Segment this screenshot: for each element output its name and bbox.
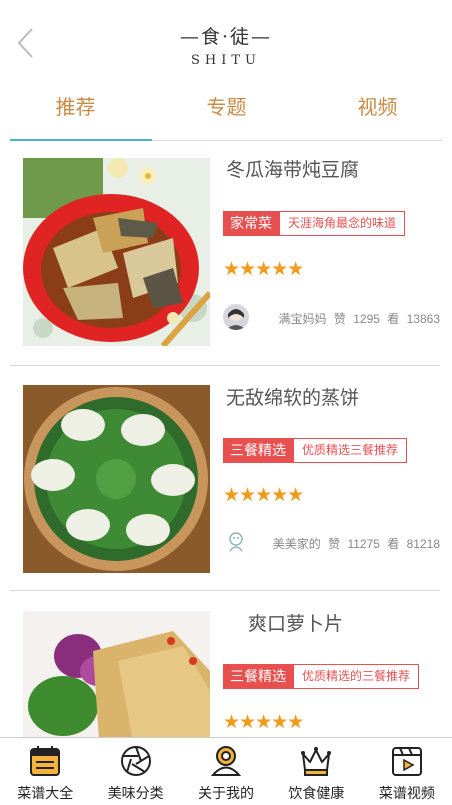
- logo-english: SHITU: [190, 53, 261, 68]
- video-icon: [391, 747, 422, 776]
- views-count: 13863: [406, 312, 440, 326]
- likes-count: 1295: [353, 312, 380, 326]
- star-rating: ★★★★★: [223, 485, 304, 506]
- recipe-tags: 三餐精选 优质精选的三餐推荐: [223, 664, 420, 689]
- calendar-icon: [30, 746, 61, 776]
- recipe-image[interactable]: [23, 158, 210, 346]
- recipe-card[interactable]: 爽口萝卜片 三餐精选 优质精选的三餐推荐 ★★★★★: [10, 591, 440, 737]
- recipe-list: 冬瓜海带炖豆腐 家常菜 天涯海角最念的味道 ★★★★★ 满宝妈妈 赞 1295 …: [0, 141, 452, 737]
- logo-chinese: —食·徒—: [179, 26, 273, 48]
- author-name[interactable]: 美美家的: [273, 537, 321, 551]
- tab-videos[interactable]: 视频: [302, 92, 452, 140]
- views-label: 看: [387, 312, 400, 326]
- category-tag[interactable]: 三餐精选: [223, 664, 293, 689]
- views-count: 81218: [406, 537, 440, 551]
- avatar[interactable]: [223, 529, 249, 555]
- recipe-card[interactable]: 无敌绵软的蒸饼 三餐精选 优质精选三餐推荐 ★★★★★ 美美家的 赞 11275…: [10, 366, 440, 591]
- recipe-stats: 满宝妈妈 赞 1295 看 13863: [279, 310, 441, 327]
- star-rating: ★★★★★: [223, 259, 304, 280]
- tab-topics[interactable]: 专题: [151, 92, 302, 140]
- nav-label: 菜谱大全: [17, 785, 74, 801]
- crown-icon: [301, 747, 332, 776]
- nav-recipe-videos[interactable]: 菜谱视频: [362, 738, 452, 805]
- recipe-card[interactable]: 冬瓜海带炖豆腐 家常菜 天涯海角最念的味道 ★★★★★ 满宝妈妈 赞 1295 …: [10, 141, 440, 366]
- aperture-icon: [120, 746, 151, 776]
- avatar[interactable]: [223, 304, 249, 330]
- tab-bar: 推荐 专题 视频: [0, 92, 452, 140]
- recipe-image[interactable]: [23, 385, 210, 573]
- app-logo: —食·徒— SHITU: [0, 22, 452, 68]
- nav-label: 饮食健康: [288, 785, 345, 801]
- star-rating: ★★★★★: [223, 712, 304, 733]
- recipe-meta: 美美家的 赞 11275 看 81218: [223, 529, 440, 557]
- category-tag[interactable]: 三餐精选: [223, 438, 293, 463]
- nav-recipes[interactable]: 菜谱大全: [0, 738, 90, 805]
- nav-label: 美味分类: [107, 785, 164, 801]
- category-tag[interactable]: 家常菜: [223, 211, 279, 236]
- subcategory-tag: 天涯海角最念的味道: [279, 211, 406, 236]
- views-label: 看: [387, 537, 400, 551]
- likes-label: 赞: [333, 312, 346, 326]
- subcategory-tag: 优质精选三餐推荐: [293, 438, 408, 463]
- nav-label: 关于我的: [198, 785, 255, 801]
- recipe-tags: 三餐精选 优质精选三餐推荐: [223, 438, 408, 463]
- nav-about-me[interactable]: 关于我的: [181, 738, 271, 805]
- author-name[interactable]: 满宝妈妈: [279, 312, 327, 326]
- subcategory-tag: 优质精选的三餐推荐: [293, 664, 420, 689]
- user-icon: [210, 746, 242, 776]
- nav-categories[interactable]: 美味分类: [90, 738, 180, 805]
- recipe-meta: 满宝妈妈 赞 1295 看 13863: [223, 304, 440, 332]
- recipe-title[interactable]: 无敌绵软的蒸饼: [226, 383, 359, 410]
- recipe-title[interactable]: 冬瓜海带炖豆腐: [226, 155, 359, 182]
- likes-label: 赞: [328, 537, 341, 551]
- recipe-title[interactable]: 爽口萝卜片: [248, 609, 343, 636]
- nav-label: 菜谱视频: [378, 785, 435, 801]
- recipe-tags: 家常菜 天涯海角最念的味道: [223, 211, 406, 236]
- likes-count: 11275: [347, 537, 380, 551]
- nav-diet-health[interactable]: 饮食健康: [271, 738, 361, 805]
- recipe-image[interactable]: [23, 611, 210, 737]
- recipe-stats: 美美家的 赞 11275 看 81218: [273, 535, 440, 552]
- bottom-nav: 菜谱大全 美味分类 关于我的 饮食健康 菜谱视频: [0, 737, 452, 805]
- app-header: —食·徒— SHITU: [0, 0, 452, 92]
- tab-recommend[interactable]: 推荐: [0, 92, 151, 140]
